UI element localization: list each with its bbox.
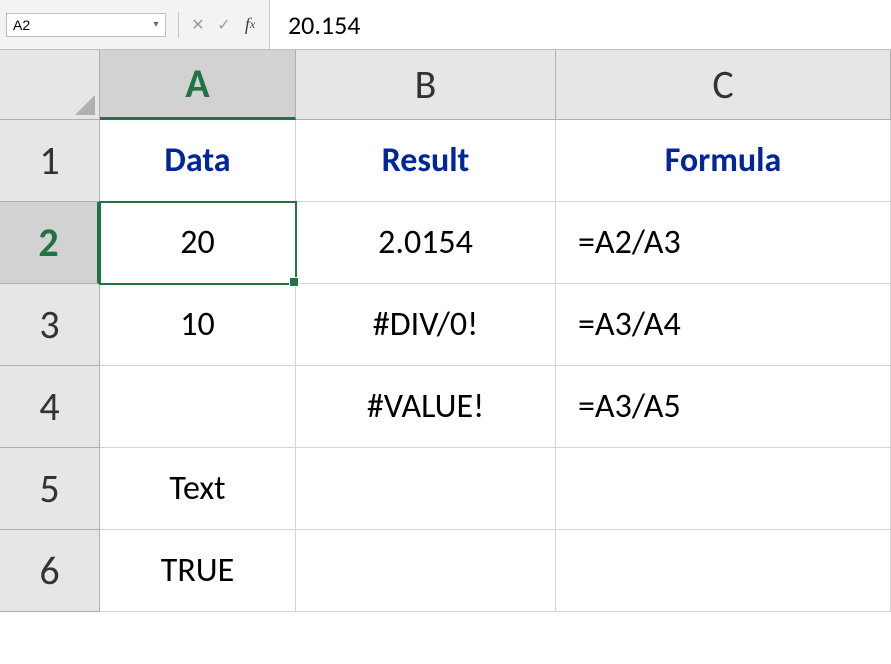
row-3: 3 10 #DIV/0! =A3/A4 [0,284,891,366]
row-4: 4 #VALUE! =A3/A5 [0,366,891,448]
cell-A4[interactable] [100,366,296,448]
row-header-3[interactable]: 3 [0,284,100,366]
row-5: 5 Text [0,448,891,530]
cell-B6[interactable] [296,530,556,612]
cell-C5[interactable] [556,448,891,530]
column-header-A[interactable]: A [100,50,296,120]
column-header-row: A B C [0,50,891,120]
cell-B3[interactable]: #DIV/0! [296,284,556,366]
formula-input-value: 20.154 [288,9,360,41]
column-header-C[interactable]: C [556,50,891,120]
spreadsheet-grid: A B C 1 Data Result Formula 2 20 2.0154 … [0,50,891,612]
cell-C3[interactable]: =A3/A4 [556,284,891,366]
enter-icon[interactable]: ✓ [211,12,237,38]
cell-C6[interactable] [556,530,891,612]
row-header-6[interactable]: 6 [0,530,100,612]
cancel-icon[interactable]: ✕ [185,12,211,38]
cell-C1[interactable]: Formula [556,120,891,202]
cell-B1[interactable]: Result [296,120,556,202]
formula-bar: A2 ▾ ✕ ✓ fx 20.154 [0,0,891,50]
row-header-5[interactable]: 5 [0,448,100,530]
divider [178,12,179,38]
cell-C2[interactable]: =A2/A3 [556,202,891,284]
cell-A6[interactable]: TRUE [100,530,296,612]
cell-A5[interactable]: Text [100,448,296,530]
name-box[interactable]: A2 ▾ [6,13,166,37]
insert-function-icon[interactable]: fx [237,12,263,38]
row-2: 2 20 2.0154 =A2/A3 [0,202,891,284]
cell-A1[interactable]: Data [100,120,296,202]
row-1: 1 Data Result Formula [0,120,891,202]
cell-C4[interactable]: =A3/A5 [556,366,891,448]
name-box-dropdown-icon[interactable]: ▾ [149,18,163,32]
cell-A3[interactable]: 10 [100,284,296,366]
row-header-2[interactable]: 2 [0,202,100,284]
name-box-value: A2 [13,17,30,33]
row-header-1[interactable]: 1 [0,120,100,202]
row-6: 6 TRUE [0,530,891,612]
select-all-corner[interactable] [0,50,100,120]
formula-input[interactable]: 20.154 [269,0,891,49]
row-header-4[interactable]: 4 [0,366,100,448]
cell-A2[interactable]: 20 [100,202,296,284]
cell-B2[interactable]: 2.0154 [296,202,556,284]
column-header-B[interactable]: B [296,50,556,120]
cell-B5[interactable] [296,448,556,530]
cell-B4[interactable]: #VALUE! [296,366,556,448]
